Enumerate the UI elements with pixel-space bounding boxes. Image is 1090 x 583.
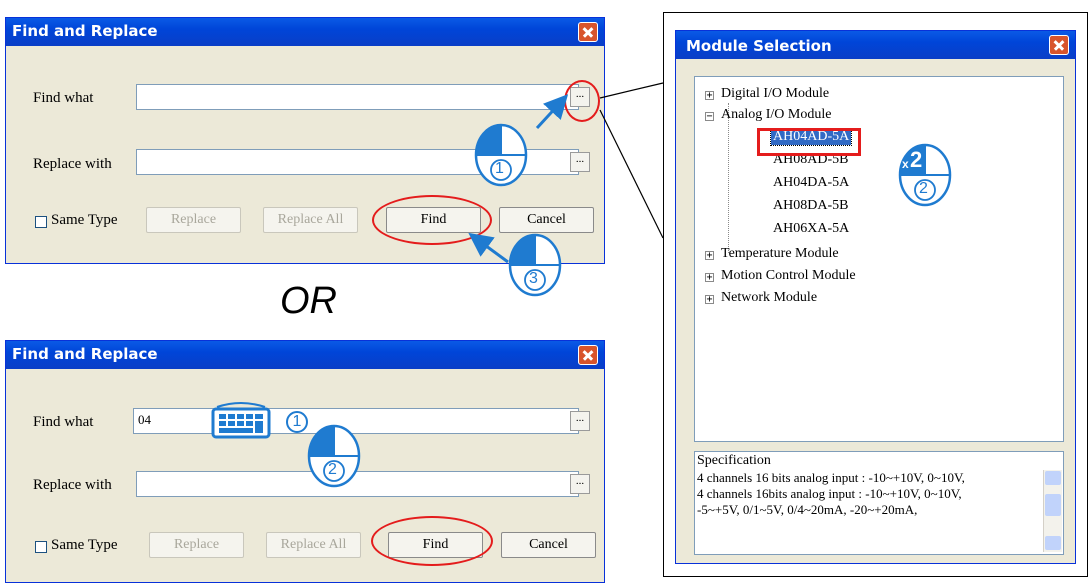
module-tree: + Digital I/O Module − Analog I/O Module… xyxy=(694,76,1064,442)
find-highlight-ellipse xyxy=(371,516,493,566)
scroll-up-icon[interactable] xyxy=(1045,471,1061,485)
find-what-label: Find what xyxy=(33,414,94,430)
step-1-label: 1 xyxy=(292,413,302,430)
tree-item-module[interactable]: AH04DA-5A xyxy=(773,175,849,191)
tree-item-module[interactable]: AH08DA-5B xyxy=(773,198,848,214)
step-2-label: 2 xyxy=(919,180,928,197)
find-replace-dialog-bottom: Find and Replace Find what 04 ... Replac… xyxy=(5,340,605,583)
spec-scrollbar[interactable] xyxy=(1043,470,1062,552)
tree-item-network[interactable]: Network Module xyxy=(721,290,817,306)
title-bar[interactable]: Module Selection xyxy=(676,31,1075,59)
cancel-button[interactable]: Cancel xyxy=(501,532,596,558)
dialog-title: Find and Replace xyxy=(12,345,158,363)
tree-item-analog[interactable]: Analog I/O Module xyxy=(721,107,831,123)
close-icon[interactable] xyxy=(578,345,598,365)
spec-line: 4 channels 16bits analog input : -10~+10… xyxy=(697,486,962,501)
step-2-label: 2 xyxy=(328,461,337,478)
step-1-label: 1 xyxy=(495,160,504,177)
double-click-mouse-icon: 2 x 2 xyxy=(898,143,952,207)
expand-temperature-icon[interactable]: + xyxy=(705,251,714,261)
expand-network-icon[interactable]: + xyxy=(705,295,714,305)
expand-digital-icon[interactable]: + xyxy=(705,91,714,101)
spec-line: 4 channels 16 bits analog input : -10~+1… xyxy=(697,470,965,485)
mouse-step-2-icon: 2 xyxy=(307,424,361,488)
step-1-badge: 1 xyxy=(286,411,308,433)
module-selection-dialog: Module Selection + Digital I/O Module − … xyxy=(675,30,1076,564)
spec-text: 4 channels 16 bits analog input : -10~+1… xyxy=(697,470,1032,518)
x2-count: 2 xyxy=(910,147,923,172)
step-3-label: 3 xyxy=(529,270,538,287)
replace-with-browse-button[interactable]: ... xyxy=(570,474,590,494)
spec-panel: Specification 4 channels 16 bits analog … xyxy=(694,451,1064,555)
expand-motion-icon[interactable]: + xyxy=(705,273,714,283)
replace-with-label: Replace with xyxy=(33,477,112,493)
or-text: OR xyxy=(280,280,337,322)
dialog-title: Module Selection xyxy=(686,37,832,55)
spec-line: -5~+5V, 0/1~5V, 0/4~20mA, -20~+20mA, xyxy=(697,502,918,517)
same-type-label: Same Type xyxy=(51,537,118,553)
scroll-down-icon[interactable] xyxy=(1045,536,1061,550)
collapse-analog-icon[interactable]: − xyxy=(705,112,714,122)
mouse-step-3-icon: 3 xyxy=(508,233,562,297)
tree-connector xyxy=(728,103,730,253)
x2-prefix: x xyxy=(902,157,909,171)
selection-highlight-box xyxy=(757,128,861,156)
tree-item-motion[interactable]: Motion Control Module xyxy=(721,268,856,284)
scroll-thumb[interactable] xyxy=(1045,494,1061,516)
tree-item-digital[interactable]: Digital I/O Module xyxy=(721,86,829,102)
tree-item-module[interactable]: AH06XA-5A xyxy=(773,221,849,237)
tree-item-temperature[interactable]: Temperature Module xyxy=(721,246,839,262)
close-icon[interactable] xyxy=(1049,35,1069,55)
title-bar[interactable]: Find and Replace xyxy=(6,341,604,369)
spec-label: Specification xyxy=(697,453,771,468)
mouse-step-1-icon: 1 xyxy=(474,123,528,187)
find-what-browse-button[interactable]: ... xyxy=(570,411,590,431)
same-type-checkbox[interactable] xyxy=(35,541,47,553)
replace-button[interactable]: Replace xyxy=(149,532,244,558)
keyboard-icon xyxy=(211,401,271,439)
replace-all-button[interactable]: Replace All xyxy=(266,532,361,558)
